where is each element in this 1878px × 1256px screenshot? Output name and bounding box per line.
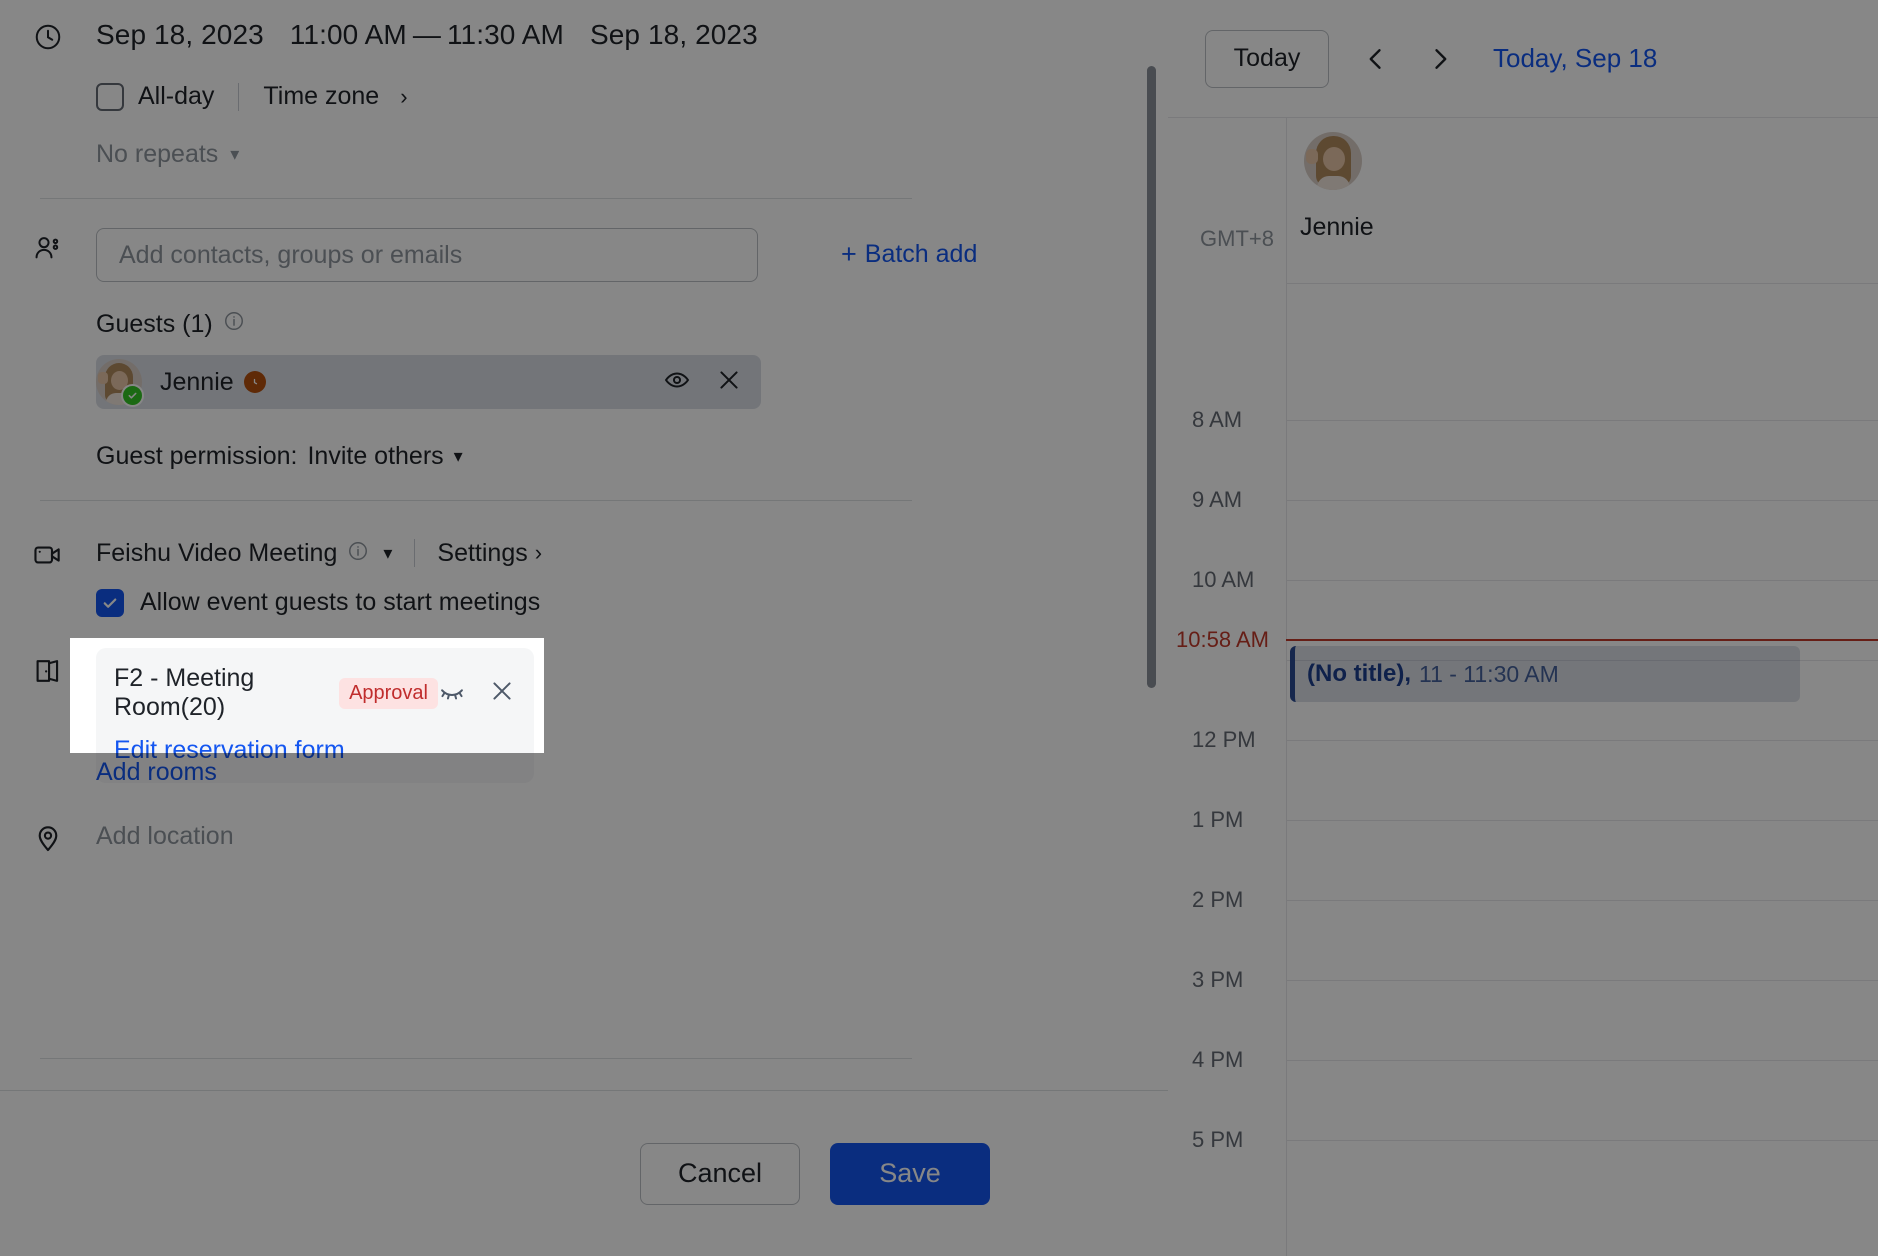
divider-vertical bbox=[238, 82, 240, 111]
hour-label: 8 AM bbox=[1192, 407, 1243, 432]
app-screen: Sep 18, 2023 11:00 AM — 11:30 AM Sep 18,… bbox=[0, 0, 1878, 1256]
chevron-down-icon[interactable]: ▾ bbox=[383, 543, 392, 564]
all-day-checkbox[interactable] bbox=[96, 82, 124, 111]
repeat-label: No repeats bbox=[96, 140, 219, 168]
calendar-current-date[interactable]: Today, Sep 18 bbox=[1493, 43, 1657, 74]
contacts-input[interactable]: Add contacts, groups or emails bbox=[96, 228, 758, 282]
time-separator: — bbox=[412, 19, 441, 50]
hour-label: 5 PM bbox=[1192, 1127, 1244, 1152]
approval-badge: Approval bbox=[339, 677, 438, 709]
hour-label: 10 AM bbox=[1192, 567, 1255, 592]
online-check-icon bbox=[121, 384, 144, 407]
timezone-label: GMT+8 bbox=[1200, 226, 1274, 251]
hour-label: 3 PM bbox=[1192, 967, 1244, 992]
highlight-spotlight: F2 - Meeting Room(20) Approval Edit rese… bbox=[70, 638, 544, 753]
editor-footer: Cancel Save bbox=[0, 1090, 1168, 1256]
location-pin-icon bbox=[0, 818, 96, 854]
section-divider-2 bbox=[40, 500, 912, 501]
info-icon[interactable] bbox=[223, 310, 245, 339]
room-name: F2 - Meeting Room(20) bbox=[114, 664, 255, 721]
pending-clock-icon bbox=[243, 371, 266, 393]
calendar-grid[interactable] bbox=[1286, 283, 1878, 1256]
hour-label: 2 PM bbox=[1192, 887, 1244, 912]
eye-closed-icon[interactable] bbox=[438, 677, 466, 710]
avatar bbox=[96, 359, 144, 407]
allow-guests-label: Allow event guests to start meetings bbox=[140, 588, 541, 616]
editor-scroll-area: Sep 18, 2023 11:00 AM — 11:30 AM Sep 18,… bbox=[0, 0, 1168, 1090]
chevron-right-icon: › bbox=[534, 540, 543, 565]
repeat-selector[interactable]: No repeats ▾ bbox=[96, 140, 239, 169]
add-rooms-link[interactable]: Add rooms bbox=[96, 758, 217, 787]
highlight-content: F2 - Meeting Room(20) Approval Edit rese… bbox=[70, 638, 544, 753]
plus-icon: + bbox=[841, 239, 857, 269]
allow-guests-checkbox[interactable] bbox=[96, 588, 124, 617]
hour-label: 1 PM bbox=[1192, 807, 1244, 832]
guest-permission-value: Invite others bbox=[307, 442, 444, 470]
edit-reservation-form-link[interactable]: Edit reservation form bbox=[114, 736, 516, 753]
chevron-right-icon: › bbox=[400, 83, 408, 109]
calendar-body: GMT+8 Jennie 8 AM 9 AM 10 AM 12 PM 1 PM … bbox=[1168, 118, 1878, 1256]
avatar bbox=[1304, 132, 1362, 190]
current-time-line bbox=[1286, 639, 1878, 641]
batch-add-button[interactable]: + Batch add bbox=[841, 228, 977, 269]
all-day-row: All-day Time zone › bbox=[96, 82, 408, 111]
chevron-down-icon: ▾ bbox=[453, 446, 463, 466]
batch-add-label: Batch add bbox=[864, 240, 978, 268]
event-editor-panel: Sep 18, 2023 11:00 AM — 11:30 AM Sep 18,… bbox=[0, 0, 1168, 1256]
guest-permission-row[interactable]: Guest permission: Invite others ▾ bbox=[96, 442, 463, 471]
visibility-eye-icon[interactable] bbox=[663, 366, 691, 399]
hour-label: 4 PM bbox=[1192, 1047, 1244, 1072]
info-icon[interactable] bbox=[347, 540, 369, 567]
event-time-row: Sep 18, 2023 11:00 AM — 11:30 AM Sep 18,… bbox=[0, 18, 1100, 52]
all-day-label: All-day bbox=[138, 82, 215, 110]
remove-guest-icon[interactable] bbox=[715, 366, 743, 399]
guests-heading: Guests (1) bbox=[96, 310, 245, 339]
save-button[interactable]: Save bbox=[830, 1142, 990, 1205]
timezone-column: GMT+8 bbox=[1168, 118, 1287, 1256]
hour-label: 9 AM bbox=[1192, 487, 1243, 512]
day-column-header: Jennie bbox=[1286, 118, 1878, 284]
video-meeting-row: Feishu Video Meeting ▾ Settings › bbox=[0, 535, 1100, 571]
remove-room-icon[interactable] bbox=[488, 677, 516, 710]
video-meeting-title: Feishu Video Meeting bbox=[96, 538, 338, 567]
editor-scrollbar[interactable] bbox=[1147, 66, 1156, 688]
event-title: (No title), bbox=[1307, 660, 1411, 687]
video-camera-icon bbox=[0, 535, 96, 571]
guest-name: Jennie bbox=[160, 367, 234, 396]
guests-count-label: Guests (1) bbox=[96, 310, 213, 338]
add-guests-row: Add contacts, groups or emails + Batch a… bbox=[0, 228, 1100, 282]
selected-room-card-highlight[interactable]: F2 - Meeting Room(20) Approval Edit rese… bbox=[96, 648, 534, 753]
current-time-label: 10:58 AM bbox=[1176, 627, 1269, 652]
calendar-person-name: Jennie bbox=[1300, 213, 1374, 241]
clock-icon bbox=[0, 18, 96, 52]
add-location-row[interactable]: Add location bbox=[0, 818, 1100, 854]
event-start-time[interactable]: 11:00 AM bbox=[290, 19, 407, 51]
contacts-placeholder: Add contacts, groups or emails bbox=[119, 240, 463, 269]
people-icon bbox=[0, 228, 96, 264]
guest-list-item[interactable]: Jennie bbox=[96, 355, 761, 409]
divider-vertical bbox=[414, 539, 416, 567]
hour-label: 12 PM bbox=[1192, 727, 1256, 752]
video-settings-button[interactable]: Settings bbox=[437, 539, 527, 568]
calendar-event-block[interactable]: (No title), 11 - 11:30 AM bbox=[1290, 646, 1800, 702]
time-zone-button[interactable]: Time zone bbox=[263, 82, 379, 111]
previous-day-icon[interactable] bbox=[1349, 32, 1403, 86]
chevron-down-icon: ▾ bbox=[230, 144, 240, 164]
calendar-panel: Today Today, Sep 18 GMT+8 Jennie 8 AM 9 … bbox=[1168, 0, 1878, 1256]
add-location-placeholder: Add location bbox=[96, 821, 234, 850]
allow-guests-start-row[interactable]: Allow event guests to start meetings bbox=[96, 588, 540, 617]
event-time: 11 - 11:30 AM bbox=[1418, 660, 1559, 687]
section-divider-3 bbox=[40, 1058, 912, 1059]
cancel-button[interactable]: Cancel bbox=[640, 1142, 800, 1205]
event-start-date[interactable]: Sep 18, 2023 bbox=[96, 19, 264, 51]
event-end-time[interactable]: 11:30 AM bbox=[447, 19, 564, 51]
today-button[interactable]: Today bbox=[1205, 29, 1329, 88]
event-end-date[interactable]: Sep 18, 2023 bbox=[590, 19, 758, 51]
section-divider-1 bbox=[40, 198, 912, 199]
guest-permission-label: Guest permission: bbox=[96, 442, 298, 470]
calendar-header: Today Today, Sep 18 bbox=[1168, 0, 1878, 118]
next-day-icon[interactable] bbox=[1413, 32, 1467, 86]
guest-row-actions bbox=[663, 366, 743, 399]
